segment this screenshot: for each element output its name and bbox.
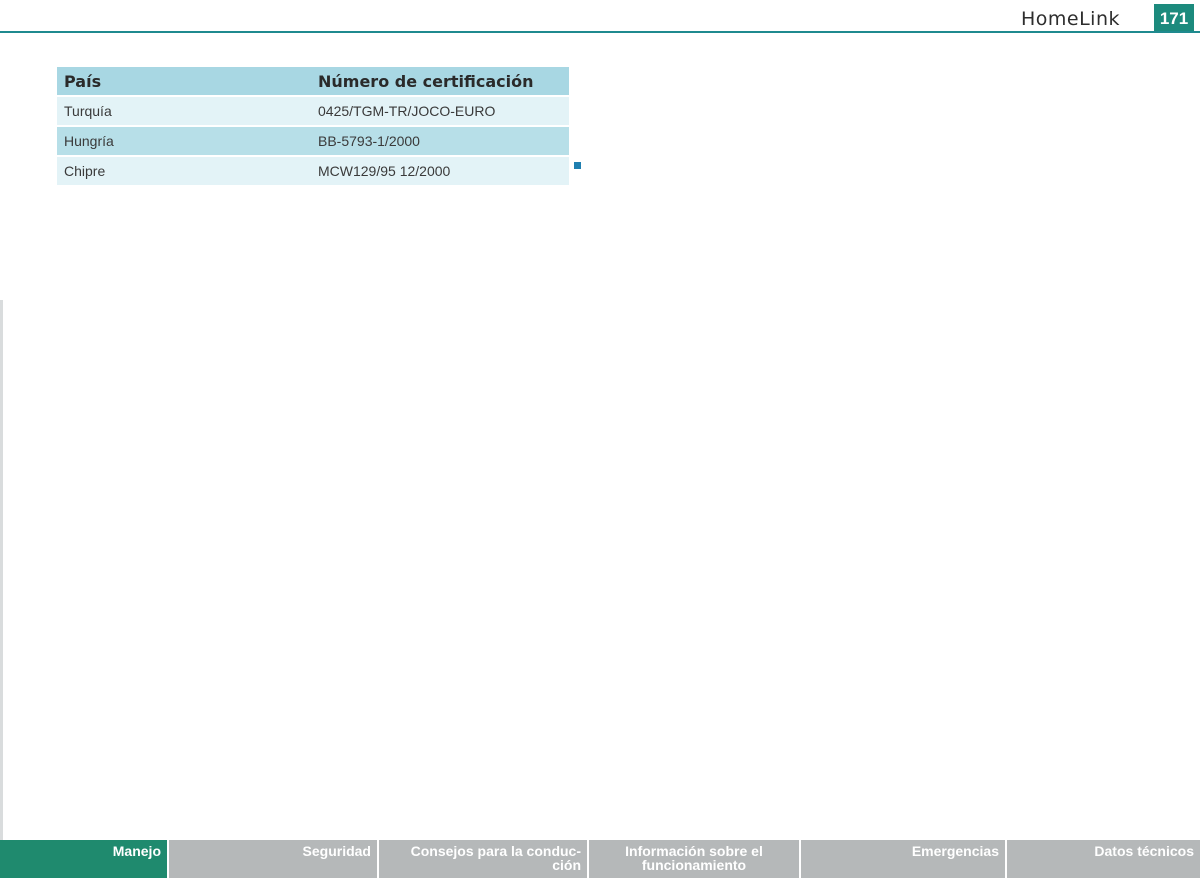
page-margin-bar: [0, 0, 9, 878]
column-header-certificate: Número de certificación: [311, 67, 569, 96]
page-number: 171: [1154, 4, 1194, 33]
tab-bar-edge: [0, 840, 9, 878]
tab-emergencias[interactable]: Emergencias: [801, 840, 1007, 878]
country-cell: Hungría: [57, 125, 311, 156]
table-row: Hungría BB-5793-1/2000: [57, 125, 569, 156]
tab-manejo[interactable]: Manejo: [9, 840, 169, 878]
table-row: Chipre MCW129/95 12/2000: [57, 155, 569, 185]
tab-datos-tecnicos[interactable]: Datos técnicos: [1007, 840, 1200, 878]
tab-label: Consejos para la conduc- ción: [410, 843, 581, 873]
tab-label: Seguridad: [302, 843, 371, 859]
table-header-row: País Número de certificación: [57, 67, 569, 96]
certification-table: País Número de certificación Turquía 042…: [57, 67, 569, 185]
tab-label: Datos técnicos: [1094, 843, 1194, 859]
tab-label: Manejo: [112, 843, 161, 859]
certificate-cell: MCW129/95 12/2000: [311, 155, 569, 185]
country-cell: Turquía: [57, 95, 311, 126]
running-title: HomeLink: [1020, 8, 1120, 30]
tab-label: Emergencias: [911, 843, 999, 859]
tab-informacion-funcionamiento[interactable]: Información sobre el funcionamiento: [589, 840, 801, 878]
section-end-marker: [574, 162, 581, 169]
tab-consejos-conduccion[interactable]: Consejos para la conduc- ción: [379, 840, 589, 878]
country-cell: Chipre: [57, 155, 311, 185]
header-rule: [0, 31, 1200, 33]
chapter-tab-bar: Manejo Seguridad Consejos para la conduc…: [0, 840, 1200, 878]
tab-seguridad[interactable]: Seguridad: [169, 840, 379, 878]
column-header-country: País: [57, 67, 311, 96]
tab-label: Información sobre el funcionamiento: [625, 843, 763, 873]
certificate-cell: BB-5793-1/2000: [311, 125, 569, 156]
certificate-cell: 0425/TGM-TR/JOCO-EURO: [311, 95, 569, 126]
table-row: Turquía 0425/TGM-TR/JOCO-EURO: [57, 95, 569, 126]
